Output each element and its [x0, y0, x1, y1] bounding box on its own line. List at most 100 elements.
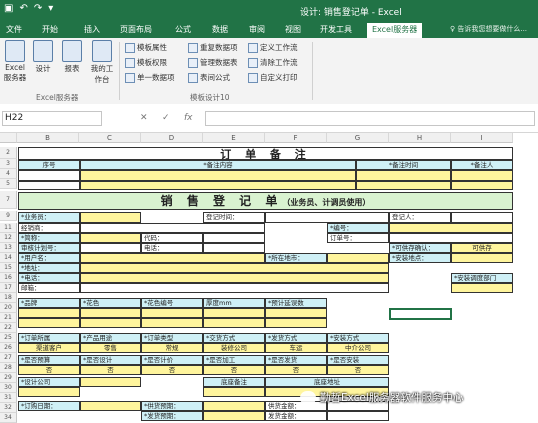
cell-header[interactable]: *备注人 [451, 160, 513, 170]
input-cell[interactable] [451, 253, 513, 263]
tab-formulas[interactable]: 公式 [175, 24, 191, 35]
cell[interactable] [356, 181, 451, 190]
input-cell[interactable] [18, 318, 80, 328]
excel-server-button[interactable]: Excel服务器 [2, 40, 28, 83]
input-cell[interactable] [389, 233, 513, 243]
input-cell[interactable] [389, 223, 513, 233]
enter-icon[interactable]: ✓ [162, 113, 170, 123]
design-button[interactable]: 设计 [32, 40, 54, 74]
row-header[interactable]: 22 [0, 323, 17, 333]
input-cell[interactable] [80, 318, 141, 328]
row-header[interactable]: 12 [0, 233, 17, 243]
value-cell[interactable]: 否 [203, 365, 265, 375]
input-cell[interactable] [80, 223, 265, 233]
tab-view[interactable]: 视图 [285, 24, 301, 35]
value-cell[interactable]: 车运 [265, 343, 327, 353]
input-cell[interactable] [203, 411, 265, 421]
template-properties-button[interactable]: 模板属性 [125, 42, 167, 53]
custom-print-button[interactable]: 自定义打印 [248, 72, 298, 83]
value-cell[interactable]: 否 [327, 365, 389, 375]
clear-workflow-button[interactable]: 清除工作流 [248, 57, 298, 68]
column-header[interactable]: C [79, 133, 141, 143]
template-permissions-button[interactable]: 模板权限 [125, 57, 167, 68]
column-header[interactable]: E [203, 133, 265, 143]
cell[interactable] [18, 181, 80, 190]
column-header[interactable]: I [451, 133, 513, 143]
value-cell[interactable]: 装修公司 [203, 343, 265, 353]
tab-insert[interactable]: 插入 [84, 24, 100, 35]
input-cell[interactable] [327, 411, 389, 421]
input-cell[interactable] [203, 243, 265, 253]
input-cell[interactable] [80, 377, 141, 387]
row-header[interactable]: 5 [0, 179, 17, 189]
input-cell[interactable] [141, 308, 203, 318]
value-cell[interactable]: 可供存 [451, 243, 513, 253]
input-cell[interactable] [203, 401, 265, 411]
input-cell[interactable] [18, 308, 80, 318]
report-button[interactable]: 报表 [60, 40, 84, 74]
value-cell[interactable]: 常规 [141, 343, 203, 353]
customize-qat-icon[interactable]: ▾ [48, 3, 53, 14]
cell-header[interactable]: 序号 [18, 160, 80, 170]
single-data-button[interactable]: 单一数据项 [125, 72, 175, 83]
input-cell[interactable] [80, 253, 265, 263]
row-header[interactable]: 20 [0, 303, 17, 313]
value-cell[interactable]: 渠道客户 [18, 343, 80, 353]
row-header[interactable]: 16 [0, 273, 17, 283]
tab-developer[interactable]: 开发工具 [320, 24, 352, 35]
value-cell[interactable]: 否 [18, 365, 80, 375]
column-header[interactable]: H [389, 133, 451, 143]
input-cell[interactable] [80, 263, 389, 273]
input-cell[interactable] [451, 212, 513, 223]
row-header[interactable]: 17 [0, 283, 17, 293]
workbench-button[interactable]: 我的工作台 [89, 40, 115, 85]
input-cell[interactable] [80, 233, 141, 243]
cell[interactable] [80, 181, 356, 190]
input-cell[interactable] [80, 212, 141, 223]
input-cell[interactable] [203, 387, 265, 397]
input-cell[interactable] [80, 401, 141, 411]
column-header[interactable]: D [141, 133, 203, 143]
input-cell[interactable] [265, 318, 327, 328]
cell[interactable] [451, 181, 513, 190]
input-cell[interactable] [451, 283, 513, 293]
worksheet-grid[interactable]: B C D E F G H I 2 3 4 5 7 9 11 12 13 14 … [0, 133, 538, 423]
undo-icon[interactable]: ↶ [19, 3, 27, 14]
name-box[interactable]: H22 [2, 111, 102, 126]
row-header[interactable]: 21 [0, 313, 17, 323]
column-header[interactable]: G [327, 133, 389, 143]
tab-review[interactable]: 审阅 [249, 24, 265, 35]
input-cell[interactable] [80, 243, 141, 253]
tab-file[interactable]: 文件 [6, 24, 22, 35]
row-header[interactable]: 2 [0, 147, 17, 159]
value-cell[interactable]: 否 [265, 365, 327, 375]
input-cell[interactable] [80, 273, 389, 283]
row-header[interactable]: 14 [0, 253, 17, 263]
define-workflow-button[interactable]: 定义工作流 [248, 42, 298, 53]
cell[interactable] [451, 170, 513, 181]
function-icon[interactable]: fx [184, 113, 193, 123]
row-header[interactable]: 27 [0, 353, 17, 363]
input-cell[interactable] [203, 318, 265, 328]
value-cell[interactable]: 中介公司 [327, 343, 389, 353]
manage-tables-button[interactable]: 管理数据表 [188, 57, 238, 68]
input-cell[interactable] [327, 253, 389, 263]
row-header[interactable]: 3 [0, 159, 17, 169]
row-header[interactable]: 25 [0, 333, 17, 343]
row-header[interactable]: 31 [0, 393, 17, 403]
input-cell[interactable] [265, 212, 389, 223]
value-cell[interactable]: 否 [141, 365, 203, 375]
row-header[interactable]: 11 [0, 223, 17, 233]
tab-home[interactable]: 开始 [42, 24, 58, 35]
tell-me-box[interactable]: ♀ 告诉我您想要做什么... [450, 24, 527, 34]
select-all-corner[interactable] [0, 133, 17, 143]
input-cell[interactable] [265, 308, 327, 318]
tab-excel-server[interactable]: Excel服务器 [367, 23, 423, 38]
formula-input[interactable] [205, 111, 535, 126]
row-header[interactable]: 9 [0, 211, 17, 221]
row-header[interactable]: 15 [0, 263, 17, 273]
table-formula-button[interactable]: 表间公式 [188, 72, 230, 83]
row-header[interactable]: 34 [0, 413, 17, 423]
row-header[interactable]: 28 [0, 363, 17, 373]
tab-page-layout[interactable]: 页面布局 [120, 24, 152, 35]
